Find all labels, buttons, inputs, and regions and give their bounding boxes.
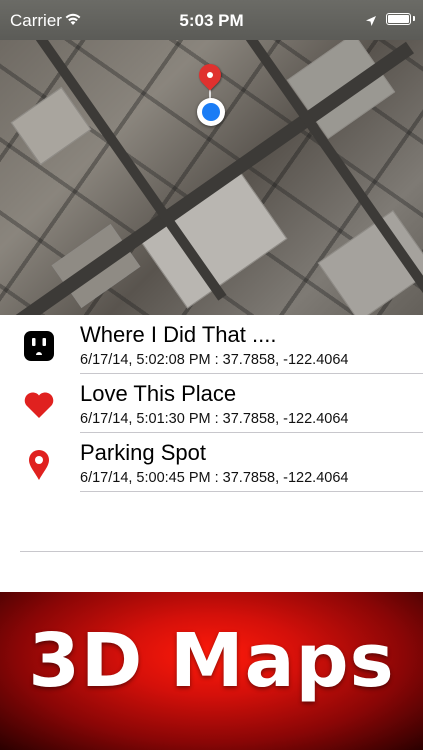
list-item[interactable]: Where I Did That .... 6/17/14, 5:02:08 P…	[0, 315, 423, 374]
app-banner: 3D Maps	[0, 592, 423, 750]
current-location-icon	[197, 98, 225, 126]
row-divider	[80, 491, 423, 492]
status-bar: Carrier 5:03 PM	[0, 0, 423, 40]
heart-icon	[22, 388, 56, 422]
list-item[interactable]: Parking Spot 6/17/14, 5:00:45 PM : 37.78…	[0, 433, 423, 492]
list-item[interactable]: Love This Place 6/17/14, 5:01:30 PM : 37…	[0, 374, 423, 433]
place-details: 6/17/14, 5:01:30 PM : 37.7858, -122.4064	[80, 411, 349, 427]
place-details: 6/17/14, 5:00:45 PM : 37.7858, -122.4064	[80, 470, 349, 486]
saved-places-list: Where I Did That .... 6/17/14, 5:02:08 P…	[0, 315, 423, 592]
place-details: 6/17/14, 5:02:08 PM : 37.7858, -122.4064	[80, 352, 349, 368]
place-title: Love This Place	[80, 381, 237, 406]
battery-icon	[386, 13, 415, 25]
satellite-map[interactable]	[0, 40, 423, 315]
place-title: Where I Did That ....	[80, 322, 277, 347]
row-divider	[20, 551, 423, 552]
place-title: Parking Spot	[80, 440, 206, 465]
status-time: 5:03 PM	[179, 11, 244, 30]
power-outlet-icon	[22, 329, 56, 363]
location-arrow-icon	[365, 12, 377, 32]
battery-fill	[388, 15, 409, 23]
banner-title: 3D Maps	[28, 618, 395, 704]
map-pin-icon	[22, 447, 56, 481]
